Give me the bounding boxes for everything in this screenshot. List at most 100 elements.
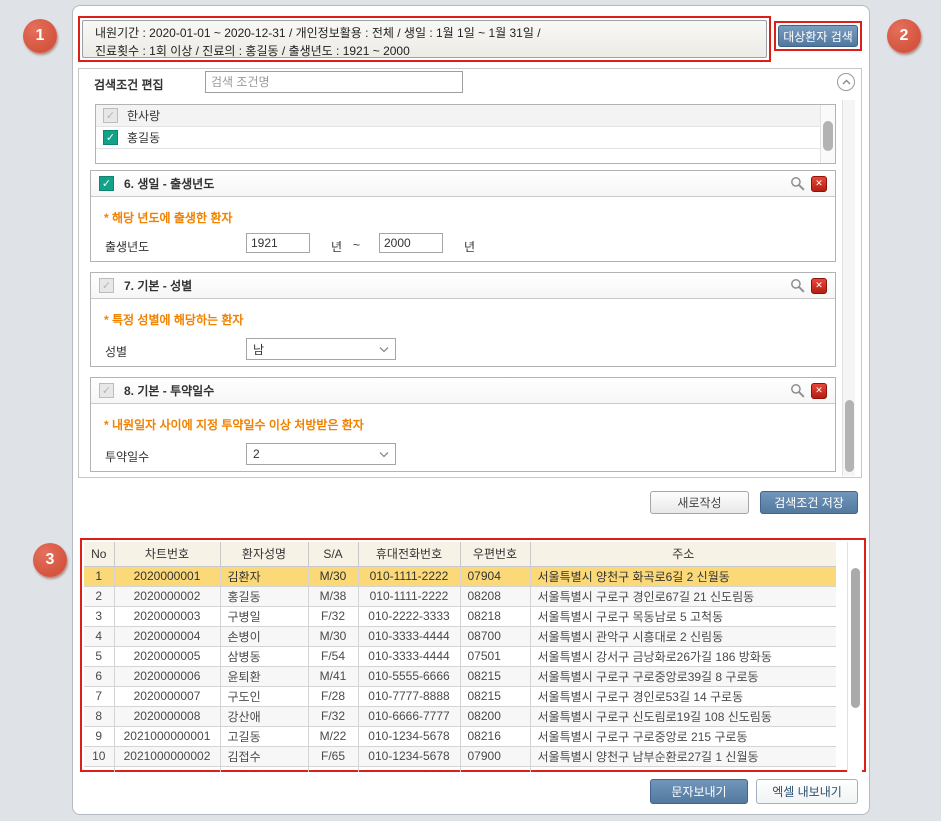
cell-patient-name: 삼병동 (220, 646, 308, 666)
cell-chart-number: 2020000006 (114, 666, 220, 686)
section-6-body: * 해당 년도에 출생한 환자 출생년도 년 ~ 년 (91, 197, 835, 261)
annotation-badge-2: 2 (887, 19, 921, 53)
table-scrollbar-thumb[interactable] (851, 568, 860, 708)
magnifier-icon[interactable] (789, 383, 805, 399)
collapse-panel-button[interactable] (837, 73, 855, 91)
cell-no: 11 (84, 766, 114, 772)
summary-line-1: 내원기간 : 2020-01-01 ~ 2020-12-31 / 개인정보활용 … (95, 24, 754, 42)
birth-year-to-input[interactable] (379, 233, 443, 253)
list-scrollbar[interactable] (820, 105, 835, 163)
gender-selected-value: 남 (253, 341, 264, 358)
export-excel-button[interactable]: 엑셀 내보내기 (756, 779, 858, 804)
chevron-down-icon (379, 451, 389, 458)
editor-scrollbar-thumb[interactable] (845, 400, 854, 472)
cell-phone: 010-3333-4444 (358, 626, 460, 646)
section-7-checkbox[interactable]: ✓ (99, 278, 114, 293)
cell-sex-age: M/41 (308, 666, 358, 686)
birth-year-from-input[interactable] (246, 233, 310, 253)
checkbox-checked-icon[interactable]: ✓ (103, 130, 118, 145)
cell-address (530, 766, 836, 772)
table-row[interactable]: 6 2020000006 윤퇴환 M/41 010-5555-6666 0821… (84, 666, 836, 686)
section-8-checkbox[interactable]: ✓ (99, 383, 114, 398)
cell-phone: 010-3333-4444 (358, 646, 460, 666)
search-button-annotation: 대상환자 검색 (774, 21, 862, 51)
cell-patient-name: 김접수 (220, 746, 308, 766)
cell-no: 4 (84, 626, 114, 646)
cell-address: 서울특별시 양천구 남부순환로27길 1 신월동 (530, 746, 836, 766)
condition-section-8: ✓ 8. 기본 - 투약일수 ✕ * 내원일자 사이에 지정 투약일수 이상 처… (90, 377, 836, 472)
cell-no: 8 (84, 706, 114, 726)
cell-phone: 010-1111-2222 (358, 586, 460, 606)
cell-zip: 08208 (460, 586, 530, 606)
table-row[interactable]: 1 2020000001 김환자 M/30 010-1111-2222 0790… (84, 566, 836, 586)
section-8-title: 8. 기본 - 투약일수 (124, 382, 783, 399)
cell-no: 7 (84, 686, 114, 706)
table-row[interactable]: 8 2020000008 강산애 F/32 010-6666-7777 0820… (84, 706, 836, 726)
cell-zip: 08215 (460, 686, 530, 706)
cell-address: 서울특별시 구로구 구로중앙로 215 구로동 (530, 726, 836, 746)
remove-section-icon[interactable]: ✕ (811, 383, 827, 399)
table-row[interactable]: 7 2020000007 구도인 F/28 010-7777-8888 0821… (84, 686, 836, 706)
remove-section-icon[interactable]: ✕ (811, 278, 827, 294)
cell-chart-number: 2020000001 (114, 566, 220, 586)
magnifier-icon[interactable] (789, 278, 805, 294)
table-row[interactable]: 4 2020000004 손병이 M/30 010-3333-4444 0870… (84, 626, 836, 646)
table-scrollbar[interactable] (847, 542, 862, 772)
gender-select[interactable]: 남 (246, 338, 396, 360)
year-unit-label: 년 (331, 238, 342, 255)
cell-patient-name: 고길동 (220, 726, 308, 746)
magnifier-icon[interactable] (789, 176, 805, 192)
list-item-honggildong[interactable]: ✓ 홍길동 (96, 127, 835, 149)
search-summary-annotation: 내원기간 : 2020-01-01 ~ 2020-12-31 / 개인정보활용 … (78, 16, 771, 62)
cell-sex-age: M/38 (308, 586, 358, 606)
cell-patient-name: 김길동 (220, 766, 308, 772)
cell-chart-number: 2020000005 (114, 646, 220, 666)
checkbox-checked-disabled-icon[interactable]: ✓ (103, 108, 118, 123)
tilde-label: ~ (353, 238, 360, 252)
patient-table: No 차트번호 환자성명 S/A 휴대전화번호 우편번호 주소 1 202000… (84, 542, 836, 772)
editor-scrollbar[interactable] (842, 100, 855, 476)
cell-address: 서울특별시 구로구 경인로67길 21 신도림동 (530, 586, 836, 606)
cell-no: 2 (84, 586, 114, 606)
table-row[interactable]: 11 2021000000003 김길동 M/19 010-1234-5678 (84, 766, 836, 772)
save-condition-button[interactable]: 검색조건 저장 (760, 491, 858, 514)
col-no: No (84, 542, 114, 566)
medication-days-label: 투약일수 (105, 448, 149, 465)
result-table-container: No 차트번호 환자성명 S/A 휴대전화번호 우편번호 주소 1 202000… (84, 542, 851, 772)
cell-zip: 08215 (460, 666, 530, 686)
cell-phone: 010-1234-5678 (358, 746, 460, 766)
cell-chart-number: 2020000003 (114, 606, 220, 626)
section-7-description: * 특정 성별에 해당하는 환자 (104, 311, 243, 328)
cell-sex-age: F/65 (308, 746, 358, 766)
section-6-checkbox[interactable]: ✓ (99, 176, 114, 191)
cell-address: 서울특별시 구로구 구로중앙로39길 8 구로동 (530, 666, 836, 686)
year-unit-label: 년 (464, 238, 475, 255)
table-row[interactable]: 10 2021000000002 김접수 F/65 010-1234-5678 … (84, 746, 836, 766)
list-scrollbar-thumb[interactable] (823, 121, 833, 151)
patient-table-body: 1 2020000001 김환자 M/30 010-1111-2222 0790… (84, 566, 836, 772)
editor-title: 검색조건 편집 (94, 76, 164, 93)
target-patient-search-button[interactable]: 대상환자 검색 (778, 25, 858, 47)
send-sms-button[interactable]: 문자보내기 (650, 779, 748, 804)
cell-patient-name: 손병이 (220, 626, 308, 646)
table-row[interactable]: 2 2020000002 홍길동 M/38 010-1111-2222 0820… (84, 586, 836, 606)
section-6-description: * 해당 년도에 출생한 환자 (104, 209, 232, 226)
list-item-hansarang[interactable]: ✓ 한사랑 (96, 105, 835, 127)
section-7-body: * 특정 성별에 해당하는 환자 성별 남 (91, 299, 835, 366)
condition-name-input[interactable] (205, 71, 463, 93)
cell-no: 9 (84, 726, 114, 746)
cell-chart-number: 2020000004 (114, 626, 220, 646)
table-row[interactable]: 3 2020000003 구병일 F/32 010-2222-3333 0821… (84, 606, 836, 626)
search-summary-box: 내원기간 : 2020-01-01 ~ 2020-12-31 / 개인정보활용 … (82, 20, 767, 58)
medication-days-selected-value: 2 (253, 447, 260, 461)
section-8-description: * 내원일자 사이에 지정 투약일수 이상 처방받은 환자 (104, 416, 364, 433)
table-row[interactable]: 5 2020000005 삼병동 F/54 010-3333-4444 0750… (84, 646, 836, 666)
section-6-title: 6. 생일 - 출생년도 (124, 175, 783, 192)
cell-zip: 08700 (460, 626, 530, 646)
reset-button[interactable]: 새로작성 (650, 491, 749, 514)
table-row[interactable]: 9 2021000000001 고길동 M/22 010-1234-5678 0… (84, 726, 836, 746)
gender-label: 성별 (105, 343, 127, 360)
medication-days-select[interactable]: 2 (246, 443, 396, 465)
remove-section-icon[interactable]: ✕ (811, 176, 827, 192)
cell-zip: 08200 (460, 706, 530, 726)
